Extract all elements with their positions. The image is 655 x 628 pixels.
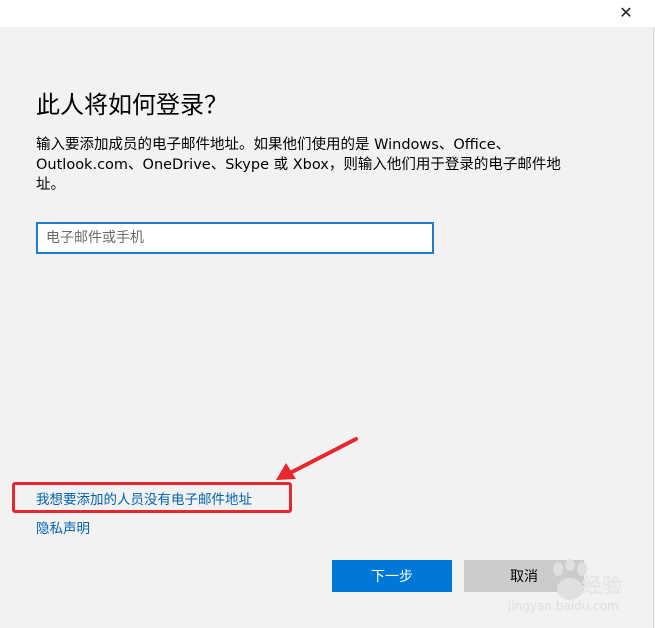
title-bar: ✕ <box>0 0 655 27</box>
dialog-window: ✕ 此人将如何登录？ 输入要添加成员的电子邮件地址。如果他们使用的是 Windo… <box>0 0 655 628</box>
page-title: 此人将如何登录？ <box>36 91 228 119</box>
close-icon[interactable]: ✕ <box>615 2 637 24</box>
cancel-button[interactable]: 取消 <box>464 560 584 592</box>
email-field[interactable] <box>36 222 434 254</box>
watermark-brand: 经验 <box>582 573 622 597</box>
annotation-arrow-icon <box>276 437 358 480</box>
watermark-url: jingyan.baidu.com <box>508 599 619 613</box>
next-button[interactable]: 下一步 <box>332 560 452 592</box>
no-email-link[interactable]: 我想要添加的人员没有电子邮件地址 <box>36 488 252 508</box>
privacy-statement-link[interactable]: 隐私声明 <box>36 517 90 537</box>
dialog-content: 此人将如何登录？ 输入要添加成员的电子邮件地址。如果他们使用的是 Windows… <box>0 27 654 628</box>
instruction-text: 输入要添加成员的电子邮件地址。如果他们使用的是 Windows、Office、O… <box>36 137 561 193</box>
